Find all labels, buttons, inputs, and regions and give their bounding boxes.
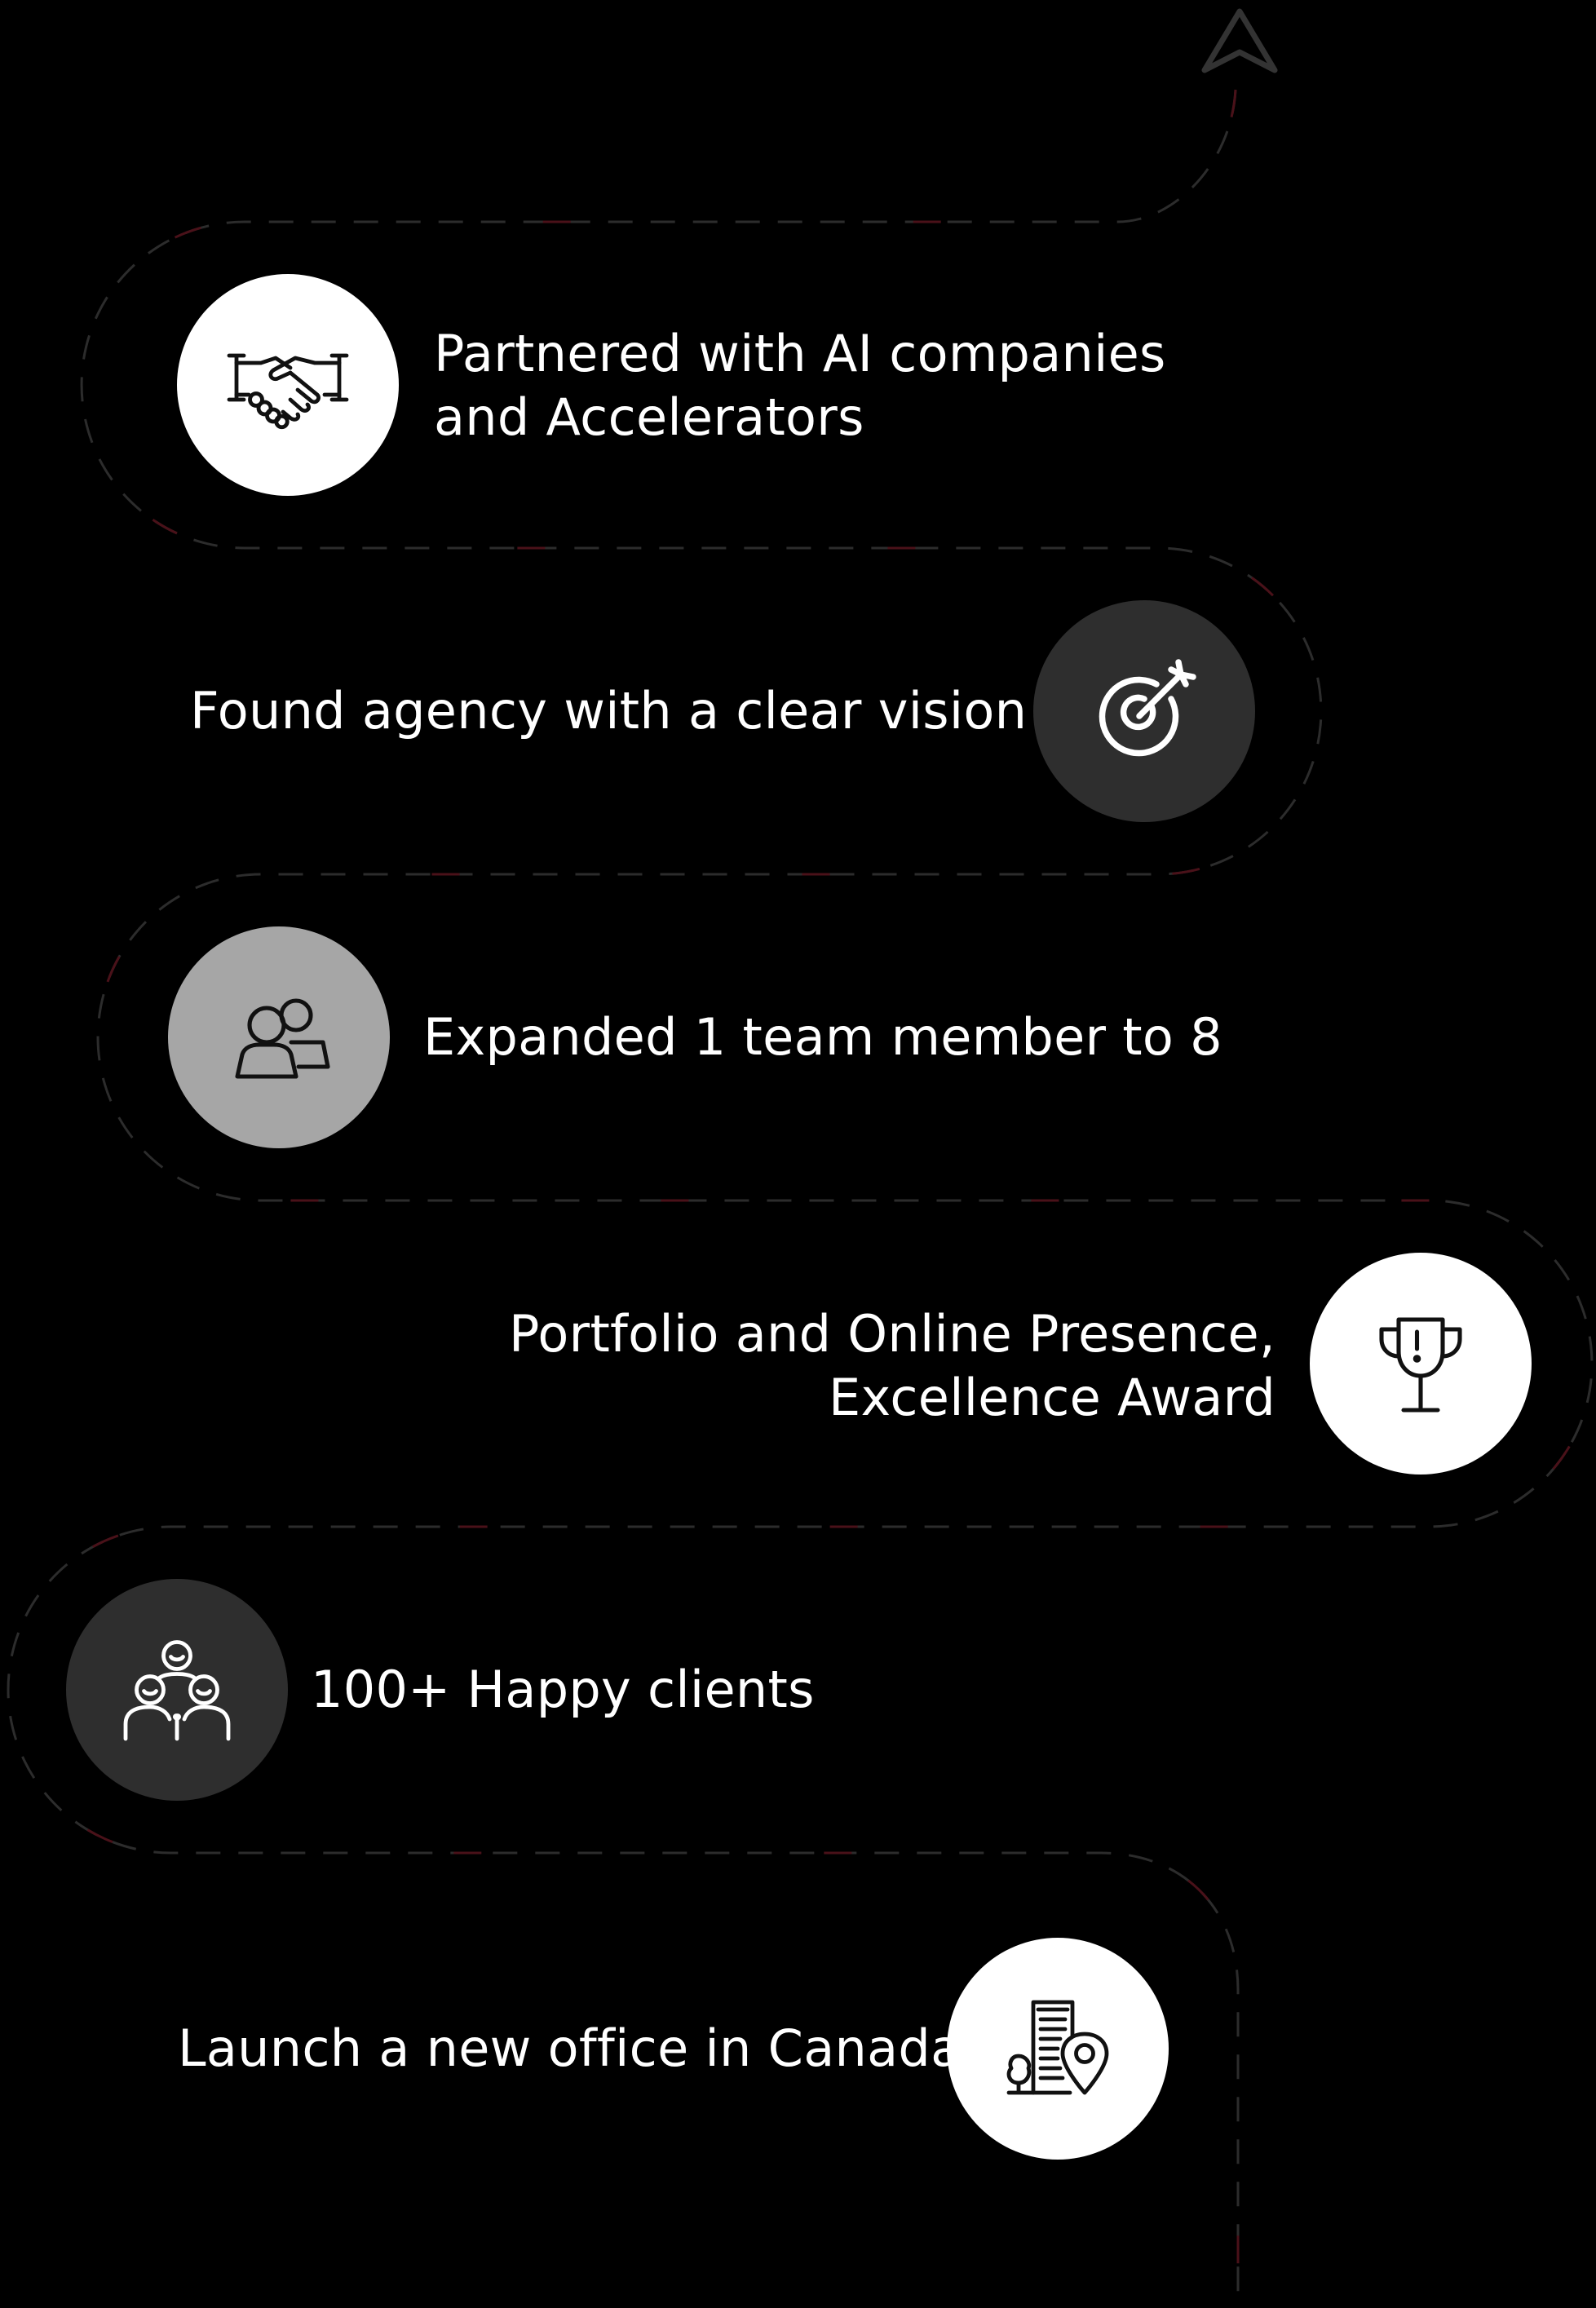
milestone-label: Portfolio and Online Presence, Excellenc… [509, 1302, 1275, 1430]
milestone-label-line: Portfolio and Online Presence, [508, 1304, 1275, 1364]
milestone-icon-circle [177, 274, 399, 496]
milestone-icon-circle [1033, 600, 1255, 822]
milestone-icon-circle [947, 1938, 1169, 2160]
target-arrow-icon [1099, 659, 1196, 757]
handshake-icon [227, 353, 349, 430]
milestone-label: 100+ Happy clients [311, 1658, 815, 1722]
milestone-label-line: and Accelerators [434, 387, 864, 447]
milestone-label: Partnered with AI companies and Accelera… [434, 322, 1166, 449]
trophy-icon [1379, 1317, 1462, 1413]
path-arrow-icon [1201, 8, 1278, 73]
happy-clients-icon [123, 1640, 231, 1741]
milestone-label: Found agency with a clear vision [190, 679, 1027, 743]
milestone-label-line: Partnered with AI companies [434, 324, 1166, 383]
milestone-icon-circle [1310, 1253, 1532, 1475]
milestone-label-line: 100+ Happy clients [311, 1660, 815, 1719]
milestone-label-line: Found agency with a clear vision [190, 681, 1028, 741]
office-location-icon [1006, 2000, 1109, 2095]
milestone-label-line: Expanded 1 team member to 8 [423, 1007, 1222, 1067]
milestone-label: Expanded 1 team member to 8 [423, 1006, 1222, 1069]
milestone-icon-circle [66, 1579, 288, 1801]
team-members-icon [235, 998, 330, 1079]
milestone-label-line: Excellence Award [829, 1368, 1275, 1427]
milestone-label-line: Launch a new office in Canada [178, 2018, 962, 2078]
milestone-icon-circle [168, 926, 390, 1148]
milestone-label: Launch a new office in Canada [178, 2017, 962, 2080]
